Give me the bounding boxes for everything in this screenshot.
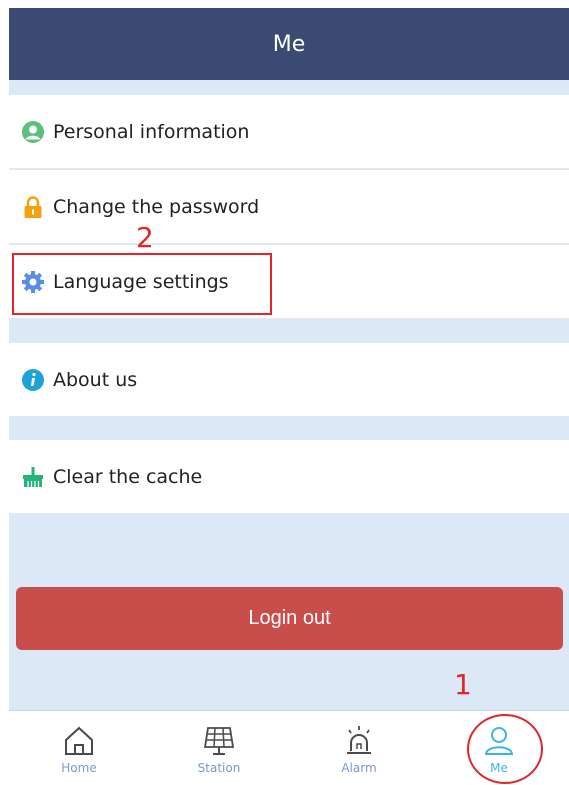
tab-label: Me (490, 761, 508, 775)
bottom-tab-bar: Home Station Alarm Me (9, 710, 569, 785)
menu-item-label: Clear the cache (53, 465, 203, 488)
page-title: Me (272, 31, 306, 57)
tab-alarm[interactable]: Alarm (289, 711, 429, 785)
menu-item-language-settings[interactable]: Language settings (9, 245, 569, 319)
menu-item-change-password[interactable]: Change the password (9, 170, 569, 244)
user-circle-icon (21, 120, 45, 144)
annotation-step-2: 2 (136, 221, 154, 254)
tab-home[interactable]: Home (9, 711, 149, 785)
menu-item-label: Language settings (53, 270, 229, 293)
tab-label: Home (61, 761, 97, 775)
tab-label: Alarm (341, 761, 377, 775)
tab-me[interactable]: Me (429, 711, 569, 785)
solar-panel-icon (203, 727, 235, 755)
settings-content: Personal information Change the password… (9, 80, 569, 710)
info-icon (21, 368, 45, 392)
menu-item-label: About us (53, 368, 138, 391)
tab-label: Station (197, 761, 241, 775)
person-icon (484, 727, 514, 755)
menu-item-about-us[interactable]: About us (9, 343, 569, 417)
tab-station[interactable]: Station (149, 711, 289, 785)
annotation-step-1: 1 (454, 668, 472, 701)
app-header: Me (9, 8, 569, 80)
lock-icon (21, 195, 45, 219)
home-icon (65, 726, 93, 755)
menu-item-personal-information[interactable]: Personal information (9, 95, 569, 169)
menu-item-label: Change the password (53, 195, 260, 218)
gear-icon (21, 270, 45, 294)
menu-item-label: Personal information (53, 120, 250, 143)
menu-item-clear-cache[interactable]: Clear the cache (9, 440, 569, 514)
alarm-light-icon (347, 726, 371, 754)
broom-icon (21, 465, 45, 489)
logout-button[interactable]: Login out (16, 587, 563, 650)
